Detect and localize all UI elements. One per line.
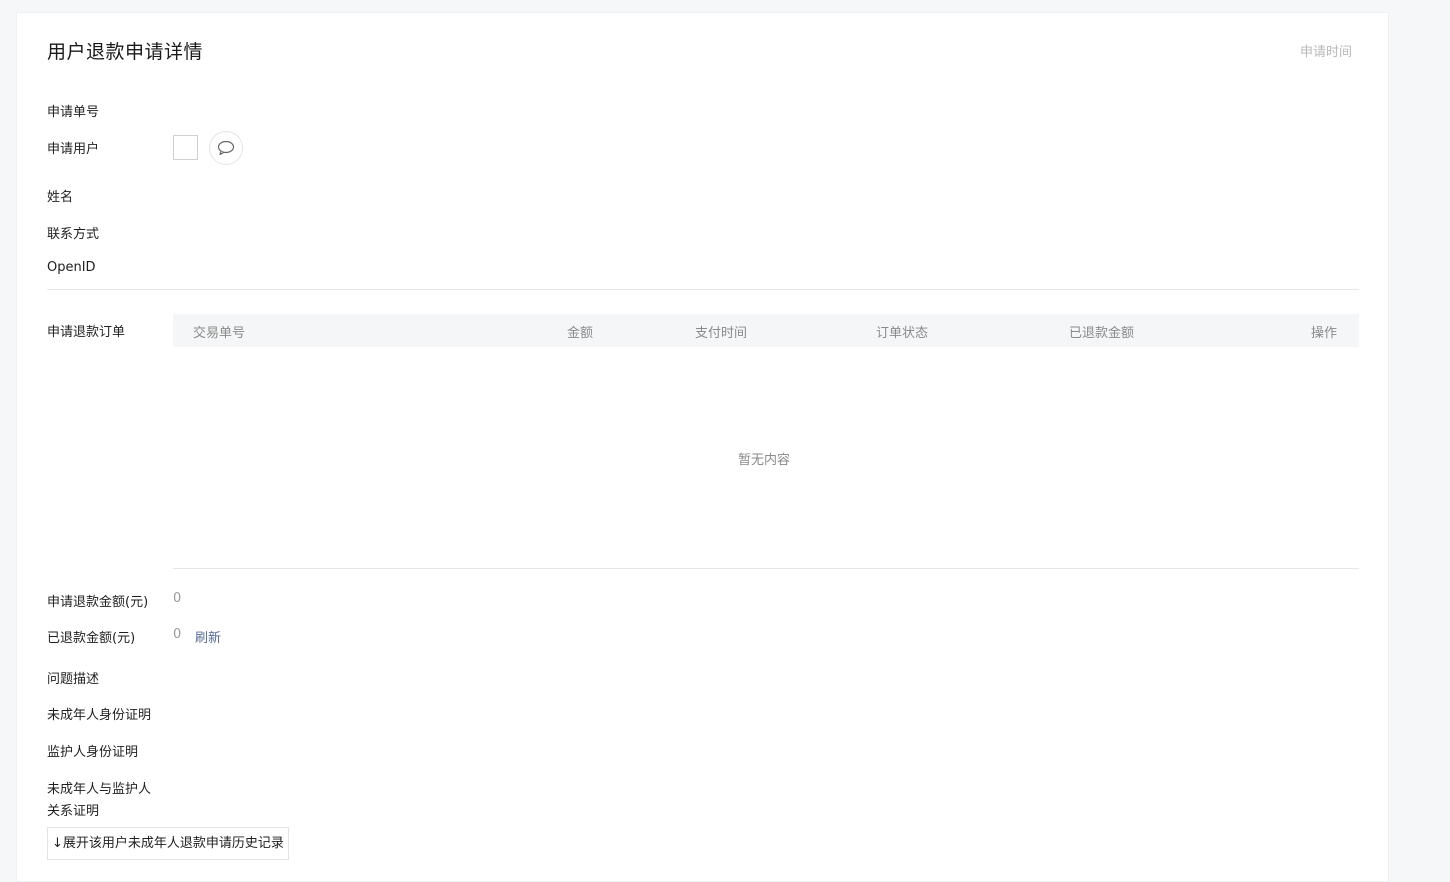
avatar — [173, 135, 198, 160]
refunded-amount-label: 已退款金额(元) — [47, 631, 136, 646]
column-header-pay-time: 支付时间 — [695, 326, 748, 341]
refunded-amount-value: 0 — [173, 627, 182, 642]
minor-id-proof-label: 未成年人身份证明 — [47, 708, 152, 723]
application-no-label: 申请单号 — [47, 105, 100, 120]
applicant-label: 申请用户 — [47, 142, 100, 157]
relation-proof-label-line1: 未成年人与监护人 — [47, 782, 152, 797]
requested-amount-label: 申请退款金额(元) — [47, 595, 149, 610]
chat-bubble-icon — [217, 140, 235, 156]
contact-label: 联系方式 — [47, 227, 100, 242]
divider — [47, 289, 1359, 290]
column-header-actions: 操作 — [1311, 326, 1338, 341]
refresh-link[interactable]: 刷新 — [195, 627, 221, 646]
guardian-id-proof-label: 监护人身份证明 — [47, 745, 139, 760]
expand-history-button[interactable]: ↓展开该用户未成年人退款申请历史记录 — [47, 827, 289, 860]
requested-amount-value: 0 — [173, 591, 182, 606]
column-header-order-status: 订单状态 — [876, 326, 929, 341]
problem-description-label: 问题描述 — [47, 672, 100, 687]
table-bottom-divider — [173, 568, 1359, 569]
column-header-refunded-amount: 已退款金额 — [1069, 326, 1135, 341]
page-title: 用户退款申请详情 — [47, 41, 204, 63]
refund-detail-card: 用户退款申请详情 申请时间 申请单号 申请用户 姓名 联系方式 OpenID 申… — [16, 12, 1389, 882]
apply-time-label: 申请时间 — [1299, 45, 1352, 60]
orders-table-header: 交易单号 金额 支付时间 订单状态 已退款金额 操作 — [173, 314, 1359, 347]
openid-label: OpenID — [47, 260, 96, 275]
relation-proof-label-line2: 关系证明 — [47, 804, 100, 819]
column-header-transaction-no: 交易单号 — [193, 326, 246, 341]
name-label: 姓名 — [47, 190, 74, 205]
refund-orders-label: 申请退款订单 — [47, 325, 126, 340]
chat-button[interactable] — [209, 131, 243, 165]
empty-table-text: 暂无内容 — [738, 453, 791, 468]
column-header-amount: 金额 — [567, 326, 594, 341]
